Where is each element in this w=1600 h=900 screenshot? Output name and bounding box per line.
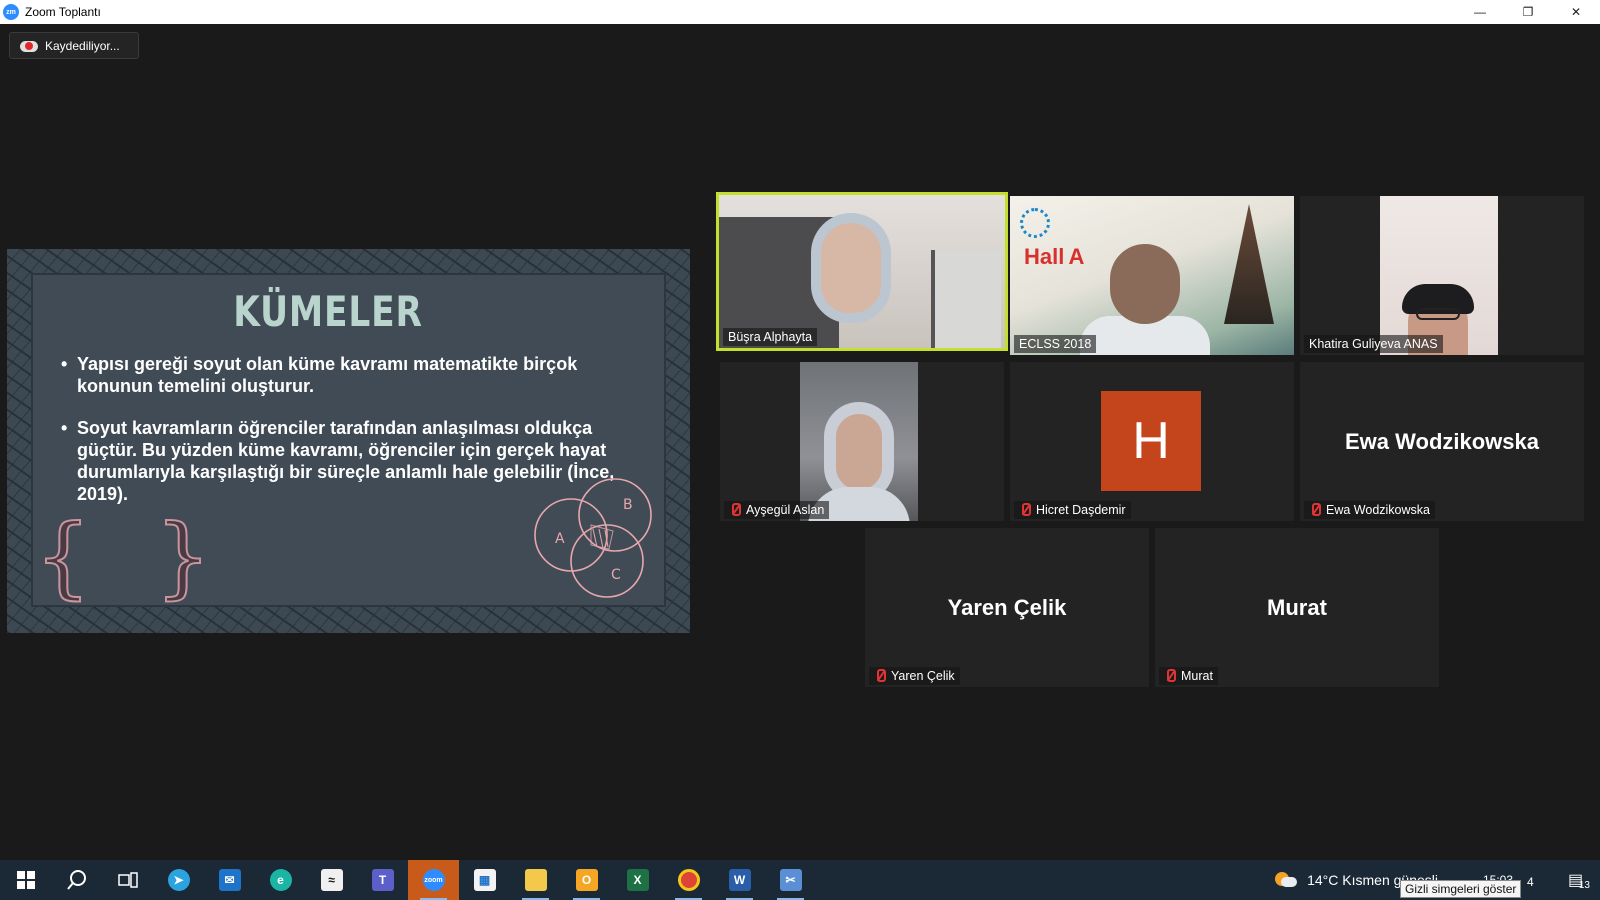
participant-tile-busra[interactable]: Büşra Alphayta: [716, 192, 1008, 351]
excel-icon: X: [626, 869, 649, 891]
taskbar-word[interactable]: W: [714, 860, 765, 900]
minimize-button[interactable]: —: [1456, 0, 1504, 24]
participant-name-label: Hicret Daşdemir: [1014, 501, 1131, 519]
recording-indicator[interactable]: Kaydediliyor...: [9, 32, 139, 59]
edge-browser-icon: e: [269, 869, 292, 891]
venn-label-c: C: [611, 567, 621, 583]
search-button[interactable]: [51, 860, 102, 900]
task-view-button[interactable]: [102, 860, 153, 900]
participant-name-label: Ayşegül Aslan: [724, 501, 830, 519]
participant-display-name: Murat: [1267, 594, 1327, 620]
window-controls: — ❐ ✕: [1456, 0, 1600, 24]
windows-logo-icon: [16, 871, 35, 889]
mic-muted-icon: [1309, 503, 1321, 517]
participant-name-label: ECLSS 2018: [1014, 335, 1097, 353]
teams-icon: T: [371, 869, 394, 891]
participant-tile-aysegul[interactable]: Ayşegül Aslan: [720, 362, 1004, 521]
mic-muted-icon: [1164, 669, 1176, 683]
participant-tile-murat[interactable]: Murat Murat: [1155, 528, 1439, 687]
venn-diagram: A B C: [534, 478, 652, 598]
participant-display-name: Ewa Wodzikowska: [1345, 428, 1539, 454]
windows-taskbar: ➤ ✉ e ≈ T zoom ▦ O X W ✂ 14°C Kısmen gün…: [0, 860, 1600, 900]
participant-video: Hall A: [1010, 196, 1294, 355]
taskbar-chrome[interactable]: [663, 860, 714, 900]
taskbar-file-explorer[interactable]: [510, 860, 561, 900]
telegram-icon: ➤: [167, 869, 190, 891]
zoom-logo-icon: zm: [3, 4, 19, 20]
window-title: Zoom Toplantı: [25, 5, 101, 19]
mic-muted-icon: [729, 503, 741, 517]
slide-title: KÜMELER: [233, 287, 423, 336]
app-icon: ≈: [320, 869, 343, 891]
mic-muted-icon: [874, 669, 886, 683]
participant-video: [800, 362, 918, 521]
restore-button[interactable]: ❐: [1504, 0, 1552, 24]
participant-name-label: Büşra Alphayta: [723, 328, 818, 346]
recording-label: Kaydediliyor...: [45, 38, 120, 53]
search-icon: [66, 870, 86, 890]
mic-muted-icon: [1019, 503, 1031, 517]
task-view-icon: [117, 872, 138, 888]
participant-name-label: Khatira Guliyeva ANAS: [1304, 335, 1443, 353]
hall-banner: Hall A: [1024, 244, 1085, 269]
window-titlebar: zm Zoom Toplantı — ❐ ✕: [0, 0, 1600, 24]
participant-tile-khatira[interactable]: Khatira Guliyeva ANAS: [1300, 196, 1584, 355]
notification-count: 13: [1578, 880, 1590, 891]
participant-tile-ewa[interactable]: Ewa Wodzikowska Ewa Wodzikowska: [1300, 362, 1584, 521]
venn-label-b: B: [623, 497, 633, 513]
taskbar-edge[interactable]: e: [255, 860, 306, 900]
taskbar-zoom[interactable]: zoom: [408, 860, 459, 900]
braces-decoration: { }: [34, 504, 229, 609]
taskbar-excel[interactable]: X: [612, 860, 663, 900]
taskbar-app[interactable]: ≈: [306, 860, 357, 900]
taskbar-teams[interactable]: T: [357, 860, 408, 900]
meeting-area: Kaydediliyor... KÜMELER Yapısı gereği so…: [0, 24, 1600, 860]
taskbar-telegram[interactable]: ➤: [153, 860, 204, 900]
word-icon: W: [728, 869, 751, 891]
slide-content: KÜMELER Yapısı gereği soyut olan küme ka…: [31, 273, 666, 609]
folder-icon: [524, 869, 547, 891]
participant-tile-hicret[interactable]: H Hicret Daşdemir: [1010, 362, 1294, 521]
taskbar-mail[interactable]: ✉: [204, 860, 255, 900]
participant-video: [1380, 196, 1498, 355]
shared-screen-slide: KÜMELER Yapısı gereği soyut olan küme ka…: [7, 249, 690, 633]
chrome-icon: [677, 869, 700, 891]
zoom-icon: zoom: [422, 869, 445, 891]
store-icon: ▦: [473, 869, 496, 891]
start-button[interactable]: [0, 860, 51, 900]
cloud-recording-icon: [20, 39, 38, 52]
tray-number: 4: [1527, 875, 1534, 889]
participant-tile-eclss[interactable]: Hall A ECLSS 2018: [1010, 196, 1294, 355]
conference-logo-icon: [1020, 208, 1050, 238]
participant-name-label: Ewa Wodzikowska: [1304, 501, 1435, 519]
venn-label-a: A: [555, 531, 565, 547]
close-button[interactable]: ✕: [1552, 0, 1600, 24]
outlook-icon: O: [575, 869, 598, 891]
slide-bullet: Yapısı gereği soyut olan küme kavramı ma…: [61, 353, 631, 397]
avatar: H: [1101, 391, 1201, 491]
participant-name-label: Murat: [1159, 667, 1218, 685]
participant-display-name: Yaren Çelik: [947, 594, 1067, 620]
taskbar-snipping-tool[interactable]: ✂: [765, 860, 816, 900]
show-hidden-icons-tooltip: Gizli simgeleri göster: [1400, 880, 1522, 898]
partly-sunny-icon[interactable]: [1275, 872, 1298, 888]
taskbar-store[interactable]: ▦: [459, 860, 510, 900]
snipping-tool-icon: ✂: [779, 869, 802, 891]
participant-video: [719, 195, 1005, 348]
taskbar-outlook[interactable]: O: [561, 860, 612, 900]
mail-icon: ✉: [218, 869, 241, 891]
participant-name-label: Yaren Çelik: [869, 667, 960, 685]
participant-tile-yaren[interactable]: Yaren Çelik Yaren Çelik: [865, 528, 1149, 687]
